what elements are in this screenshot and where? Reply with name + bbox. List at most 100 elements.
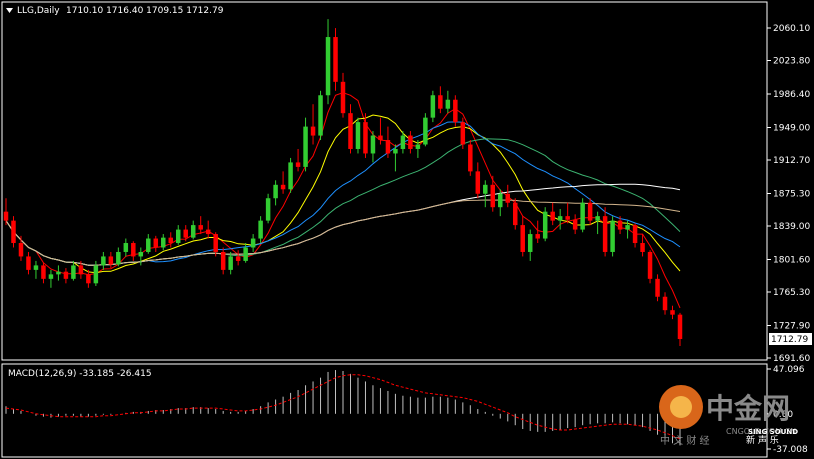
- candle-body: [468, 144, 473, 172]
- candle-body: [505, 193, 511, 203]
- candle-body: [602, 216, 608, 252]
- moving-average-line: [5, 92, 681, 309]
- candle-body: [213, 234, 218, 252]
- candle-body: [453, 99, 458, 123]
- candle-body: [295, 162, 301, 167]
- price-tick-label: 2023.80: [773, 57, 810, 67]
- candle-body: [632, 225, 638, 244]
- candle-body: [647, 251, 653, 279]
- dropdown-triangle-icon[interactable]: [6, 8, 13, 13]
- candle-body: [56, 271, 61, 275]
- candle-body: [153, 238, 159, 248]
- candle-body: [378, 135, 383, 141]
- candle-body: [228, 256, 233, 270]
- price-tick-label: 1765.30: [773, 288, 810, 298]
- candle-body: [116, 251, 121, 265]
- price-tick-label: 1875.30: [773, 189, 810, 199]
- candle-body: [86, 274, 91, 284]
- candle-body: [280, 184, 286, 190]
- candle-body: [415, 144, 421, 149]
- candle-body: [400, 135, 406, 149]
- ohlc-values: 1710.10 1716.40 1709.15 1712.79: [66, 6, 224, 16]
- candle-body: [587, 202, 593, 221]
- candle-body: [161, 237, 166, 248]
- sing-sound-label: SING SOUND: [748, 428, 798, 436]
- candle-body: [26, 256, 31, 270]
- brand-name: 中金网: [706, 392, 790, 425]
- macd-tick-label: -37.008: [773, 445, 808, 455]
- candle-body: [93, 265, 99, 284]
- candle-body: [460, 122, 466, 145]
- candle-body: [527, 234, 533, 252]
- candle-body: [408, 135, 413, 149]
- candle-body: [370, 135, 376, 154]
- candle-body: [393, 148, 398, 154]
- price-tick-label: 1801.60: [773, 255, 810, 265]
- moving-average-line: [5, 138, 681, 266]
- price-panel-frame: [1, 1, 768, 361]
- candle-body: [108, 256, 114, 265]
- candle-body: [183, 229, 188, 238]
- candles: [3, 19, 683, 346]
- candle-body: [363, 122, 368, 154]
- macd-label: MACD(12,26,9) -33.185 -26.415: [8, 369, 152, 379]
- price-tick-label: 1986.40: [773, 90, 810, 100]
- candle-body: [3, 211, 9, 221]
- candle-body: [655, 278, 660, 297]
- candle-body: [175, 229, 181, 244]
- candle-body: [550, 211, 555, 221]
- candle-body: [325, 37, 331, 96]
- moving-average-line: [5, 199, 681, 266]
- candle-body: [168, 237, 174, 244]
- candle-body: [423, 117, 428, 145]
- candle-body: [220, 251, 226, 270]
- candle-body: [131, 243, 136, 257]
- candle-body: [542, 211, 548, 239]
- candle-body: [33, 265, 39, 270]
- candle-body: [303, 126, 308, 167]
- macd-tick-label: 47.096: [773, 365, 805, 375]
- candle-body: [190, 225, 196, 238]
- candle-body: [438, 95, 443, 109]
- moving-average-line: [5, 121, 681, 266]
- candle-body: [617, 220, 623, 230]
- candle-body: [355, 122, 361, 149]
- candle-body: [146, 238, 151, 252]
- candle-body: [41, 265, 46, 279]
- candle-body: [445, 99, 451, 109]
- candle-body: [662, 296, 668, 311]
- candle-body: [670, 310, 675, 315]
- candle-body: [11, 220, 16, 244]
- candle-body: [273, 184, 278, 199]
- candle-body: [430, 95, 436, 118]
- price-tick-label: 1912.70: [773, 156, 810, 166]
- price-axis: 2060.10 2023.80 1986.40 1949.00 1912.70 1875.…: [767, 24, 810, 364]
- candle-body: [333, 37, 338, 82]
- candle-body: [138, 251, 144, 257]
- candle-body: [63, 271, 69, 279]
- candle-body: [18, 243, 24, 257]
- candle-body: [490, 184, 496, 208]
- candle-body: [625, 225, 630, 230]
- candle-body: [250, 238, 256, 248]
- candle-body: [235, 256, 241, 261]
- candle-body: [123, 243, 129, 252]
- candle-body: [512, 202, 518, 226]
- price-tick-label: 1691.60: [773, 354, 810, 364]
- candle-body: [348, 113, 353, 149]
- last-price-tag: 1712.79: [771, 335, 808, 345]
- candle-body: [640, 243, 645, 252]
- candle-body: [198, 225, 203, 230]
- candle-body: [580, 202, 585, 230]
- candle-body: [48, 274, 54, 279]
- candle-body: [565, 216, 570, 220]
- candle-body: [78, 265, 84, 275]
- brand-sub: 中 文 财 经: [660, 434, 710, 447]
- candle-body: [520, 225, 525, 252]
- candle-body: [385, 140, 391, 154]
- candle-body: [205, 229, 211, 235]
- candle-body: [475, 171, 481, 194]
- price-tick-label: 1727.90: [773, 321, 810, 331]
- symbol-label: LLG,Daily: [17, 6, 60, 16]
- candle-body: [535, 234, 540, 239]
